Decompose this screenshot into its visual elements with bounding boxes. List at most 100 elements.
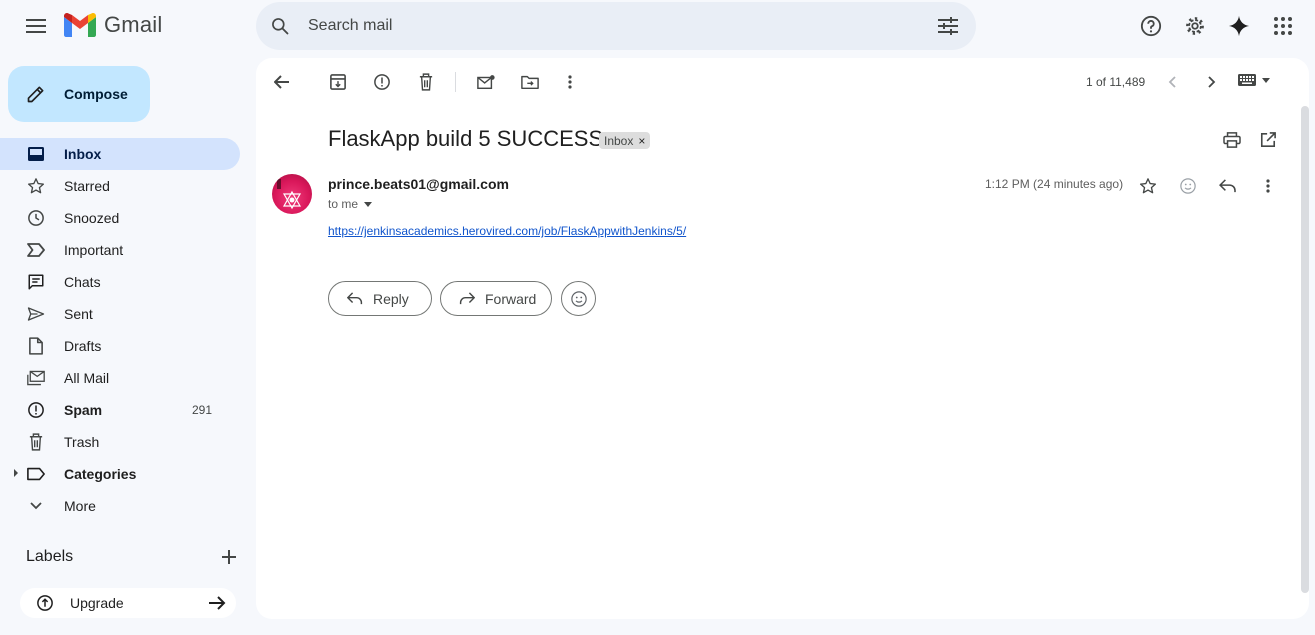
add-reaction-button[interactable] [1168,166,1208,206]
forward-label: Forward [485,290,537,307]
help-icon [1140,15,1162,37]
emoji-icon [1180,178,1196,194]
email-timestamp: 1:12 PM (24 minutes ago) [985,177,1124,191]
mark-unread-icon [477,75,495,90]
labels-title: Labels [26,548,74,565]
create-label-button[interactable] [222,550,236,564]
sidebar-item-inbox[interactable]: Inbox [0,138,240,170]
reply-button[interactable] [1208,166,1248,206]
message-more-button[interactable] [1248,166,1288,206]
expand-caret-icon[interactable] [14,469,18,477]
top-right-actions [1131,6,1303,46]
inbox-label-chip: Inbox × [599,132,651,149]
delete-button[interactable] [406,62,446,102]
sidebar-item-sent[interactable]: Sent [0,298,240,330]
emoji-reaction-button[interactable] [561,281,596,316]
move-to-button[interactable] [510,62,550,102]
search-icon [272,18,289,35]
compose-label: Compose [64,86,128,102]
email-toolbar: 1 of 11,489 [256,58,1309,106]
forward-pill-button[interactable]: Forward [440,281,552,316]
email-body-link[interactable]: https://jenkinsacademics.herovired.com/j… [328,224,686,238]
upgrade-label: Upgrade [70,595,124,611]
gmail-m-icon [64,13,96,37]
recipient-details[interactable]: to me [328,197,373,211]
apps-button[interactable] [1263,6,1303,46]
trash-icon [419,73,433,91]
back-button[interactable] [262,62,302,102]
sidebar-item-trash[interactable]: Trash [0,426,240,458]
report-spam-button[interactable] [362,62,402,102]
hamburger-icon [26,19,46,33]
gmail-logo[interactable]: Gmail [64,12,162,38]
search-button[interactable] [260,6,300,46]
open-new-window-button[interactable] [1248,120,1288,160]
sidebar-item-chats[interactable]: Chats [0,266,240,298]
label-chip-text: Inbox [604,133,634,148]
sidebar-nav: Inbox Starred Snoozed Important Chats Se… [0,138,256,522]
label-icon [26,464,46,484]
print-all-button[interactable] [1212,120,1252,160]
email-view: 1 of 11,489 FlaskApp build 5 SUCCESS Inb… [256,58,1309,619]
reply-pill-button[interactable]: Reply [328,281,432,316]
settings-button[interactable] [1175,6,1215,46]
apps-grid-icon [1274,17,1292,35]
star-icon [26,176,46,196]
sidebar-item-starred[interactable]: Starred [0,170,240,202]
pagination-text: 1 of 11,489 [1086,75,1146,89]
plus-icon [222,550,236,564]
avatar-emblem-icon [277,179,302,210]
gemini-button[interactable] [1219,6,1259,46]
sender-email[interactable]: prince.beats01@gmail.com [328,176,509,192]
star-button[interactable] [1128,166,1168,206]
search-input[interactable] [300,2,928,50]
chevron-left-icon [1168,76,1176,88]
draft-icon [26,336,46,356]
sidebar-item-all-mail[interactable]: All Mail [0,362,240,394]
older-button[interactable] [1192,62,1232,102]
sidebar-item-categories[interactable]: Categories [0,458,240,490]
folder-move-icon [521,75,539,90]
sparkle-icon [1228,15,1250,37]
newer-button[interactable] [1152,62,1192,102]
print-icon [1223,132,1241,148]
tune-icon [938,17,958,35]
upgrade-button[interactable]: Upgrade [20,588,236,618]
sidebar-item-important[interactable]: Important [0,234,240,266]
clock-icon [26,208,46,228]
sidebar-item-spam[interactable]: Spam 291 [0,394,240,426]
compose-button[interactable]: Compose [8,66,150,122]
more-options-button[interactable] [550,62,590,102]
spam-icon [26,400,46,420]
forward-icon [459,292,475,305]
remove-label-button[interactable]: × [638,134,645,148]
pencil-icon [27,86,44,103]
more-vert-icon [1266,179,1270,193]
send-icon [26,304,46,324]
archive-icon [330,74,346,90]
sidebar-item-drafts[interactable]: Drafts [0,330,240,362]
chevron-down-icon [26,496,46,516]
recipient-text: to me [328,197,359,211]
caret-down-icon [364,201,373,207]
sender-avatar[interactable] [272,174,312,214]
inbox-icon [26,144,46,164]
archive-button[interactable] [318,62,358,102]
scrollbar[interactable] [1299,106,1309,593]
sidebar-item-snoozed[interactable]: Snoozed [0,202,240,234]
more-vert-icon [568,75,572,89]
keyboard-icon [1238,74,1256,86]
support-button[interactable] [1131,6,1171,46]
sidebar-item-more[interactable]: More [0,490,240,522]
scrollbar-thumb[interactable] [1301,106,1309,593]
app-name: Gmail [104,12,163,37]
search-options-button[interactable] [928,6,968,46]
reply-icon [1219,179,1236,193]
mark-unread-button[interactable] [466,62,506,102]
chevron-right-icon [1208,76,1216,88]
reply-icon [347,292,363,305]
open-in-new-icon [1260,132,1276,148]
input-tools-button[interactable] [1238,74,1270,86]
main-menu-button[interactable] [16,6,56,46]
upgrade-icon [37,595,53,611]
